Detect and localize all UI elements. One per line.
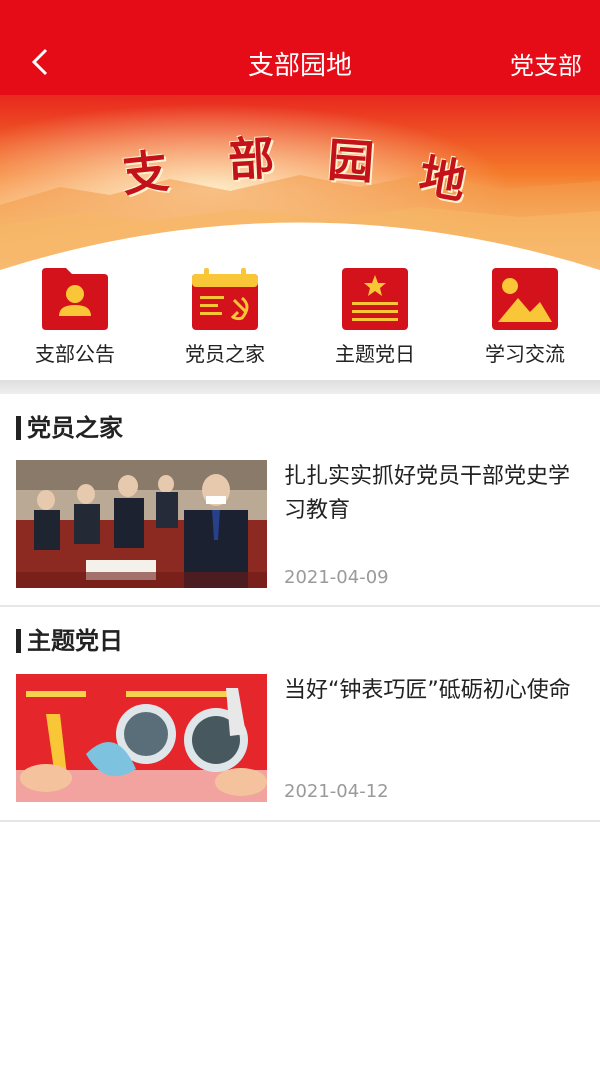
section-header: 党员之家 <box>16 412 123 444</box>
shortcut-label: 主题党日 <box>335 342 415 366</box>
shortcut-study[interactable]: 学习交流 <box>450 262 600 380</box>
list-divider <box>0 605 600 607</box>
study-image-icon <box>492 268 558 330</box>
shortcut-label: 学习交流 <box>485 342 565 366</box>
news-thumbnail <box>16 460 267 588</box>
shortcut-announcements[interactable]: 支部公告 <box>0 262 150 380</box>
news-item[interactable]: 扎扎实实抓好党员干部党史学习教育 2021-04-09 <box>0 458 600 618</box>
news-date: 2021-04-09 <box>284 567 389 588</box>
shortcut-label: 支部公告 <box>35 342 115 366</box>
section-divider <box>0 380 600 394</box>
banner: 支 部 园 地 <box>0 95 600 270</box>
news-thumbnail <box>16 674 267 802</box>
list-divider <box>0 820 600 822</box>
banner-title: 支 部 园 地 <box>0 95 600 270</box>
party-calendar-icon <box>192 268 258 330</box>
shortcut-grid: 支部公告 党员之家 主题党日 学习交流 <box>0 262 600 380</box>
party-branch-link[interactable]: 党支部 <box>510 48 582 84</box>
section-marker <box>16 629 21 653</box>
section-header: 主题党日 <box>16 625 123 657</box>
news-title: 当好“钟表巧匠”砥砺初心使命 <box>284 678 571 703</box>
meeting-photo <box>16 460 267 588</box>
shortcut-theme-day[interactable]: 主题党日 <box>300 262 450 380</box>
news-title: 扎扎实实抓好党员干部党史学习教育 <box>284 464 571 523</box>
shortcut-member-home[interactable]: 党员之家 <box>150 262 300 380</box>
section-marker <box>16 416 21 440</box>
news-item[interactable]: 当好“钟表巧匠”砥砺初心使命 2021-04-12 <box>0 672 600 832</box>
news-date: 2021-04-12 <box>284 781 389 802</box>
shortcut-label: 党员之家 <box>185 342 265 366</box>
section-title: 党员之家 <box>27 414 123 442</box>
poster-illustration <box>16 674 267 802</box>
section-title: 主题党日 <box>27 627 123 655</box>
theme-day-icon <box>342 268 408 330</box>
banner-char: 地 <box>415 148 470 210</box>
banner-char: 园 <box>325 132 376 190</box>
announcement-folder-icon <box>42 268 108 330</box>
top-app-bar: 支部园地 党支部 <box>0 0 600 95</box>
banner-char: 部 <box>226 130 276 188</box>
banner-char: 支 <box>119 143 172 203</box>
